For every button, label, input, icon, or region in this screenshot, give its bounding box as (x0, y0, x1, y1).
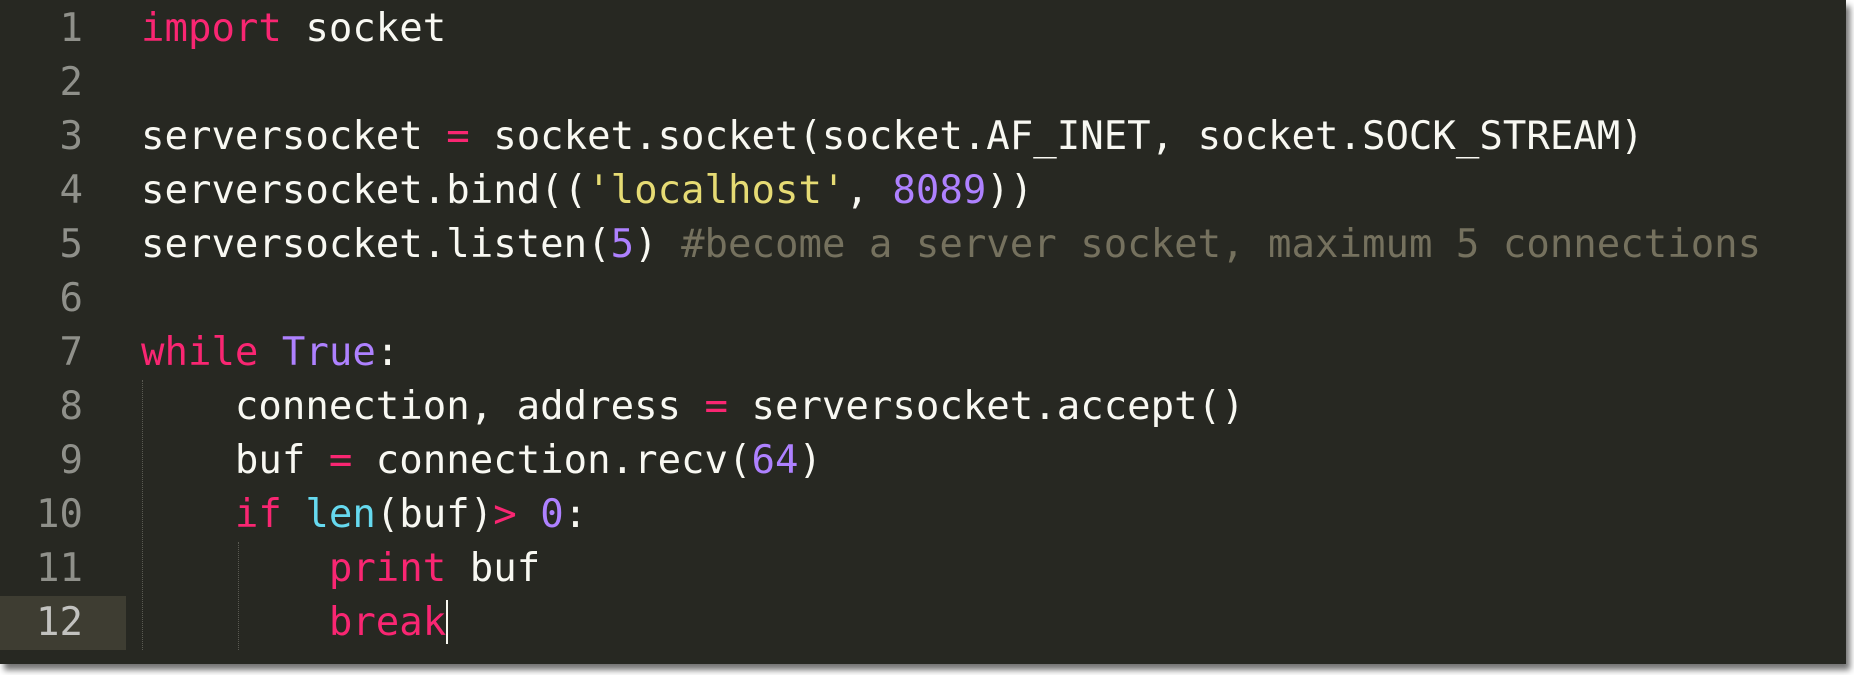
code-token: buf (446, 546, 541, 591)
code-token: import (141, 6, 282, 51)
code-token: buf (141, 438, 329, 483)
code-token: True (281, 330, 376, 375)
code-token: , (845, 168, 893, 213)
code-text[interactable]: import socket (141, 2, 446, 56)
code-line[interactable]: 10 if len(buf)> 0: (0, 488, 1846, 542)
code-token: 0 (540, 492, 564, 537)
code-token: print (328, 546, 447, 591)
code-line[interactable]: 1 import socket (0, 2, 1846, 56)
line-number: 10 (36, 492, 83, 537)
line-number: 11 (36, 546, 83, 591)
code-text[interactable]: while True: (141, 326, 399, 380)
line-number: 8 (59, 384, 83, 429)
line-number: 7 (59, 330, 83, 375)
code-token: connection, address (141, 384, 705, 429)
code-token: serversocket.bind(( (141, 168, 588, 213)
code-token: 'localhost' (587, 168, 846, 213)
code-text[interactable]: break (141, 596, 449, 650)
code-line[interactable]: 9 buf = connection.recv(64) (0, 434, 1846, 488)
code-line[interactable]: 3 serversocket = socket.socket(socket.AF_… (0, 110, 1846, 164)
code-line[interactable]: 7 while True: (0, 326, 1846, 380)
code-token: break (328, 600, 447, 645)
code-token: 5 (610, 222, 635, 267)
code-text[interactable]: print buf (141, 542, 540, 596)
code-token: = (704, 384, 729, 429)
code-line[interactable]: 2 (0, 56, 1846, 110)
code-token: socket.socket(socket.AF_INET, socket.SOC… (469, 114, 1644, 159)
code-token: = (328, 438, 353, 483)
code-token: serversocket (141, 114, 447, 159)
code-text[interactable]: connection, address = serversocket.accep… (141, 380, 1245, 434)
code-editor[interactable]: 1 import socket 2 3 serversocket = socket.so… (0, 0, 1846, 664)
code-line[interactable]: 12 break (0, 596, 1846, 650)
code-line[interactable]: 6 (0, 272, 1846, 326)
code-token: ) (798, 438, 822, 483)
code-token: )) (986, 168, 1034, 213)
code-text[interactable]: serversocket = socket.socket(socket.AF_I… (141, 110, 1644, 164)
code-text[interactable]: serversocket.listen(5) #become a server … (141, 218, 1761, 272)
code-token: : (563, 492, 588, 537)
code-token: #become a server socket, maximum 5 conne… (681, 222, 1762, 267)
text-cursor (446, 599, 449, 644)
code-token: if (234, 492, 282, 537)
line-number: 3 (59, 114, 83, 159)
line-number: 5 (59, 222, 83, 267)
code-token: 64 (751, 438, 799, 483)
code-line[interactable]: 8 connection, address = serversocket.acc… (0, 380, 1846, 434)
code-token: connection.recv( (352, 438, 752, 483)
code-token: (buf) (375, 492, 494, 537)
line-number: 4 (59, 168, 83, 213)
code-text[interactable]: serversocket.bind(('localhost', 8089)) (141, 164, 1033, 218)
code-token: len (305, 492, 376, 537)
code-token: > (493, 492, 517, 537)
line-number: 9 (59, 438, 83, 483)
code-text[interactable]: buf = connection.recv(64) (141, 434, 822, 488)
code-token: = (446, 114, 470, 159)
line-number: 6 (59, 276, 83, 321)
line-number: 2 (59, 60, 83, 105)
code-line[interactable]: 5 serversocket.listen(5) #become a server… (0, 218, 1846, 272)
code-token: ) (634, 222, 682, 267)
code-token: socket (281, 6, 447, 51)
code-token: serversocket.accept() (728, 384, 1245, 429)
code-line[interactable]: 11 print buf (0, 542, 1846, 596)
line-number: 1 (59, 6, 83, 51)
code-token: serversocket.listen( (141, 222, 611, 267)
code-line[interactable]: 4 serversocket.bind(('localhost', 8089)) (0, 164, 1846, 218)
line-number: 12 (0, 596, 126, 650)
code-token: : (375, 330, 400, 375)
code-token: while (141, 330, 259, 375)
code-text[interactable]: if len(buf)> 0: (141, 488, 587, 542)
code-token: 8089 (892, 168, 987, 213)
